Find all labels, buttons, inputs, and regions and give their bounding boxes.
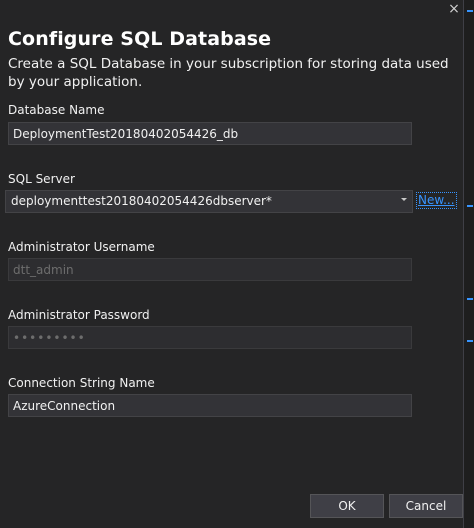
cancel-button[interactable]: Cancel [389,494,463,518]
close-icon[interactable]: × [447,1,461,17]
admin-username-input[interactable] [8,258,412,281]
dialog-subtitle: Create a SQL Database in your subscripti… [8,56,449,90]
edge-accent-mark [467,205,473,207]
sql-server-label: SQL Server [8,172,75,186]
connection-string-input[interactable] [8,394,412,417]
background-window-edge [463,0,474,528]
database-name-label: Database Name [8,103,105,117]
admin-password-label: Administrator Password [8,308,150,322]
database-name-input[interactable] [8,122,412,145]
edge-accent-mark [467,340,473,342]
edge-accent-mark [467,298,473,300]
connection-string-label: Connection String Name [8,376,155,390]
chevron-down-icon [401,198,407,201]
sql-server-selected-value: deploymenttest20180402054426dbserver* [11,194,272,208]
edge-accent-mark [467,10,473,12]
ok-button[interactable]: OK [310,494,384,518]
admin-password-input[interactable] [8,326,412,349]
new-sql-server-link[interactable]: New... [416,192,457,209]
sql-server-dropdown[interactable]: deploymenttest20180402054426dbserver* [5,190,413,213]
configure-sql-database-dialog: Configure SQL Database Create a SQL Data… [0,0,463,528]
dialog-title: Configure SQL Database [8,28,272,50]
admin-username-label: Administrator Username [8,240,155,254]
